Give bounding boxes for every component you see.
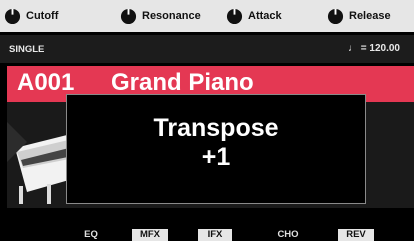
knob-icon [120, 8, 137, 24]
knob-bar: Cutoff Resonance Attack Release [0, 0, 414, 32]
mode-row: SINGLE ♩ = 120.00 [0, 35, 414, 63]
knob-label-attack: Attack [248, 10, 282, 22]
knob-label-release: Release [349, 10, 391, 22]
knob-attack[interactable]: Attack [226, 7, 282, 25]
fx-rev[interactable]: REV [338, 229, 374, 241]
knob-icon [327, 8, 344, 24]
knob-label-cutoff: Cutoff [26, 10, 59, 22]
fx-eq[interactable]: EQ [80, 229, 102, 241]
fx-cho[interactable]: CHO [274, 229, 302, 241]
fx-ifx[interactable]: IFX [198, 229, 232, 241]
knob-release[interactable]: Release [327, 7, 391, 25]
knob-icon [4, 8, 21, 24]
tone-number: A001 [17, 69, 75, 96]
tempo-display: ♩ = 120.00 [348, 43, 400, 54]
knob-icon [226, 8, 243, 24]
popup-title: Transpose [153, 114, 279, 142]
knob-label-resonance: Resonance [142, 10, 201, 22]
fx-mfx[interactable]: MFX [132, 229, 168, 241]
popup-value: +1 [201, 143, 231, 171]
effects-bar: EQ MFX IFX CHO REV [0, 225, 414, 241]
knob-cutoff[interactable]: Cutoff [4, 7, 58, 25]
knob-resonance[interactable]: Resonance [120, 7, 201, 25]
tone-name: Grand Piano [111, 69, 254, 96]
transpose-popup: Transpose +1 [66, 94, 366, 204]
mode-label: SINGLE [9, 44, 45, 55]
